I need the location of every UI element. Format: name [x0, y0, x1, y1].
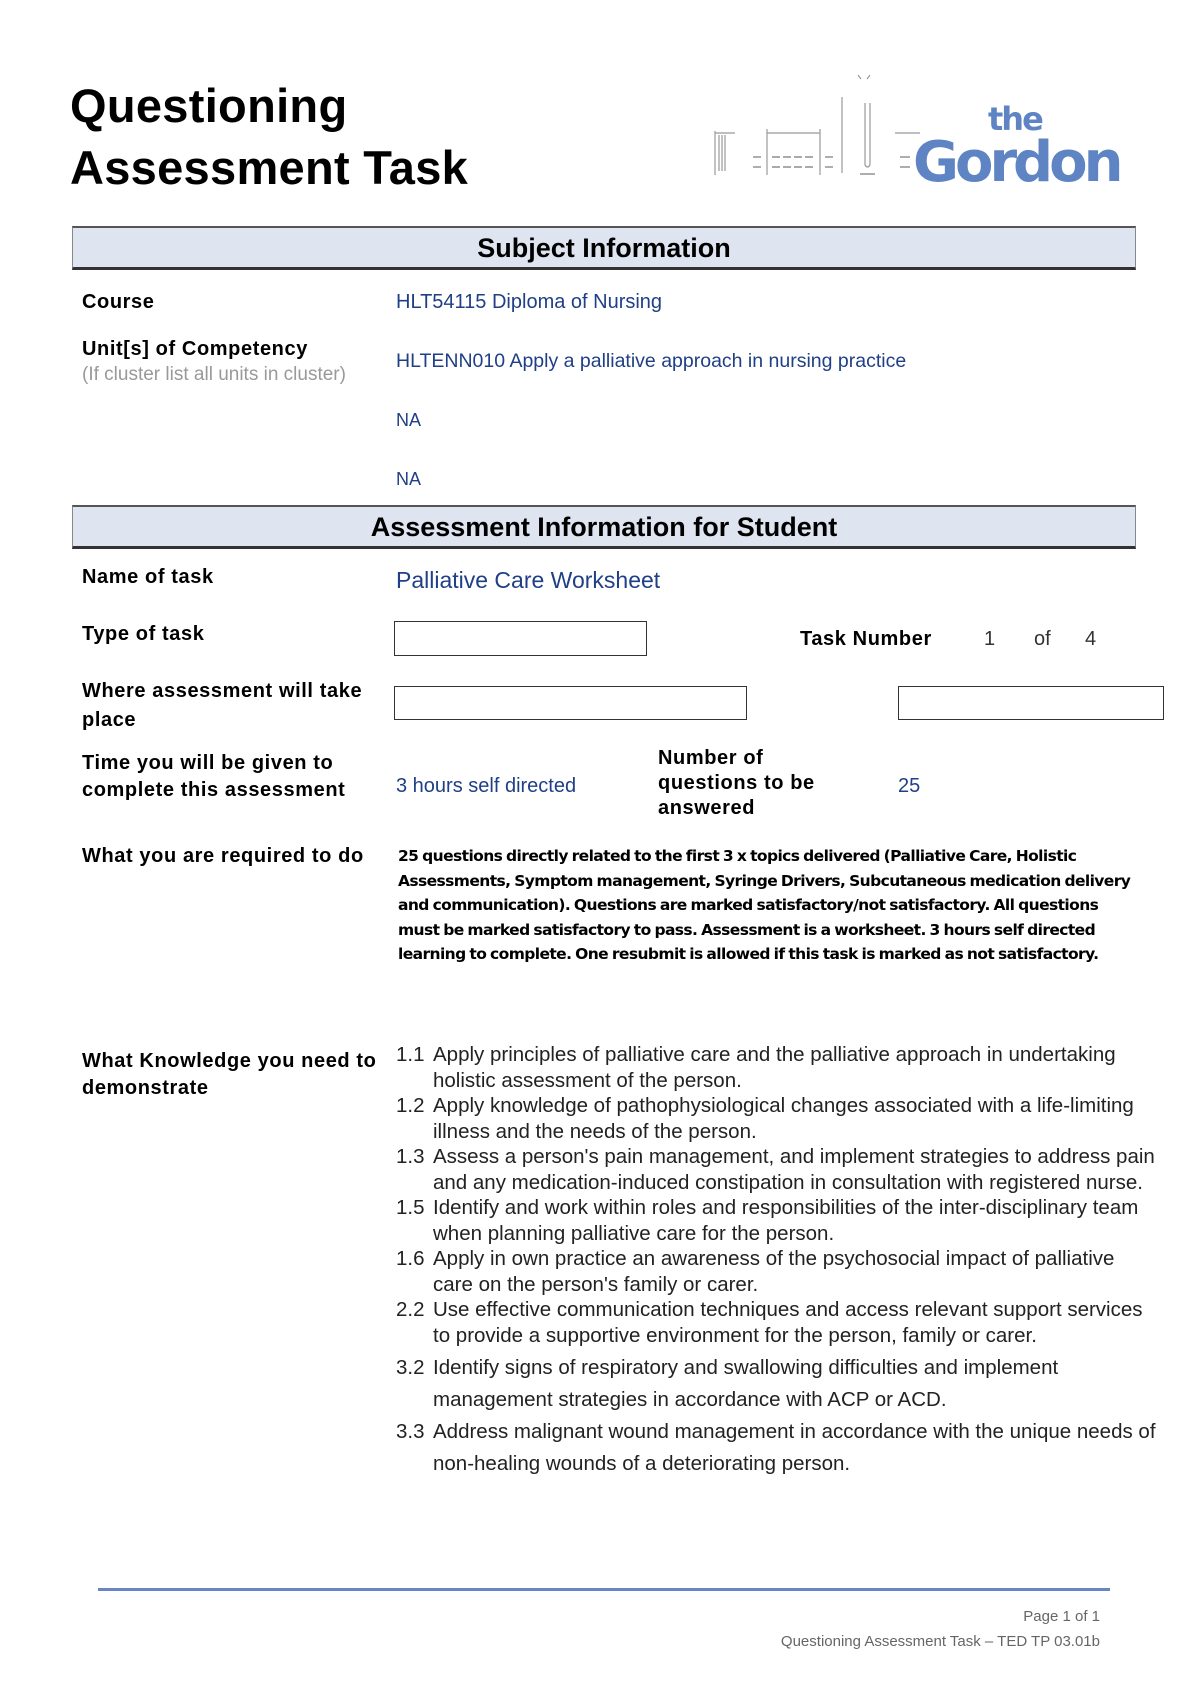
subject-info-heading: Subject Information	[72, 226, 1136, 270]
task-type-field[interactable]	[394, 621, 647, 656]
num-questions-value: 25	[898, 775, 921, 797]
knowledge-item-text: Apply in own practice an awareness of th…	[433, 1247, 1115, 1296]
time-value: 3 hours self directed	[396, 775, 577, 797]
num-questions-label: Number of questions to be answered	[658, 747, 815, 819]
knowledge-item-text: Identify and work within roles and respo…	[433, 1196, 1139, 1245]
task-name-label: Name of task	[82, 566, 214, 588]
knowledge-item: 3.3 Address malignant wound management i…	[396, 1416, 1156, 1480]
task-name-value: Palliative Care Worksheet	[396, 567, 661, 593]
units-label: Unit[s] of Competency	[82, 338, 308, 360]
knowledge-item-text: Apply principles of palliative care and …	[433, 1043, 1116, 1092]
knowledge-item: 3.2 Identify signs of respiratory and sw…	[396, 1352, 1156, 1416]
knowledge-item-text: Use effective communication techniques a…	[433, 1298, 1143, 1347]
task-number-value: 1	[984, 628, 996, 650]
unit-value-2: NA	[396, 410, 422, 430]
page-number: Page 1 of 1	[1023, 1608, 1100, 1625]
knowledge-item-text: Identify signs of respiratory and swallo…	[433, 1356, 1059, 1411]
location-label: Where assessment will take place	[82, 680, 363, 731]
knowledge-item-number: 1.5	[396, 1196, 425, 1219]
page-title-line2: Assessment Task	[70, 141, 469, 194]
units-sublabel: (If cluster list all units in cluster)	[82, 364, 346, 385]
required-text: 25 questions directly related to the fir…	[398, 847, 1131, 963]
knowledge-item: 1.3 Assess a person's pain management, a…	[396, 1144, 1156, 1195]
knowledge-item-number: 1.2	[396, 1094, 425, 1117]
task-number-of: of	[1034, 628, 1051, 650]
knowledge-item-number: 3.3	[396, 1420, 425, 1443]
task-type-label: Type of task	[82, 623, 205, 645]
time-label: Time you will be given to complete this …	[82, 752, 346, 801]
gordon-logo: the Gordon	[705, 74, 1125, 195]
required-label: What you are required to do	[82, 845, 364, 867]
knowledge-list: 1.1 Apply principles of palliative care …	[396, 1042, 1156, 1480]
knowledge-item-text: Apply knowledge of pathophysiological ch…	[433, 1094, 1134, 1143]
unit-value-3: NA	[396, 469, 422, 489]
knowledge-item-number: 1.6	[396, 1247, 425, 1270]
knowledge-label: What Knowledge you need to demonstrate	[82, 1050, 377, 1099]
knowledge-item-number: 3.2	[396, 1356, 425, 1379]
logo-gordon-text: Gordon	[913, 130, 1120, 185]
knowledge-item-text: Address malignant wound management in ac…	[433, 1420, 1156, 1475]
knowledge-item-number: 2.2	[396, 1298, 425, 1321]
location-field[interactable]	[394, 686, 747, 720]
knowledge-item: 1.2 Apply knowledge of pathophysiologica…	[396, 1093, 1156, 1144]
knowledge-item-number: 1.3	[396, 1145, 425, 1168]
assessment-info-heading: Assessment Information for Student	[72, 505, 1136, 549]
footer-divider	[98, 1588, 1110, 1591]
unit-value-1: HLTENN010 Apply a palliative approach in…	[396, 350, 907, 372]
knowledge-item-number: 1.1	[396, 1043, 425, 1066]
task-number-label: Task Number	[800, 628, 932, 650]
building-outline-icon: the Gordon	[714, 74, 1124, 195]
page-title-line1: Questioning	[70, 79, 348, 132]
knowledge-item-text: Assess a person's pain management, and i…	[433, 1145, 1155, 1194]
document-reference: Questioning Assessment Task – TED TP 03.…	[780, 1633, 1100, 1650]
knowledge-item: 2.2 Use effective communication techniqu…	[396, 1297, 1156, 1348]
location-field-2[interactable]	[898, 686, 1164, 720]
course-value: HLT54115 Diploma of Nursing	[396, 291, 663, 313]
knowledge-item: 1.1 Apply principles of palliative care …	[396, 1042, 1156, 1093]
knowledge-item: 1.6 Apply in own practice an awareness o…	[396, 1246, 1156, 1297]
knowledge-item: 1.5 Identify and work within roles and r…	[396, 1195, 1156, 1246]
task-number-total: 4	[1085, 628, 1097, 650]
course-label: Course	[82, 291, 155, 313]
